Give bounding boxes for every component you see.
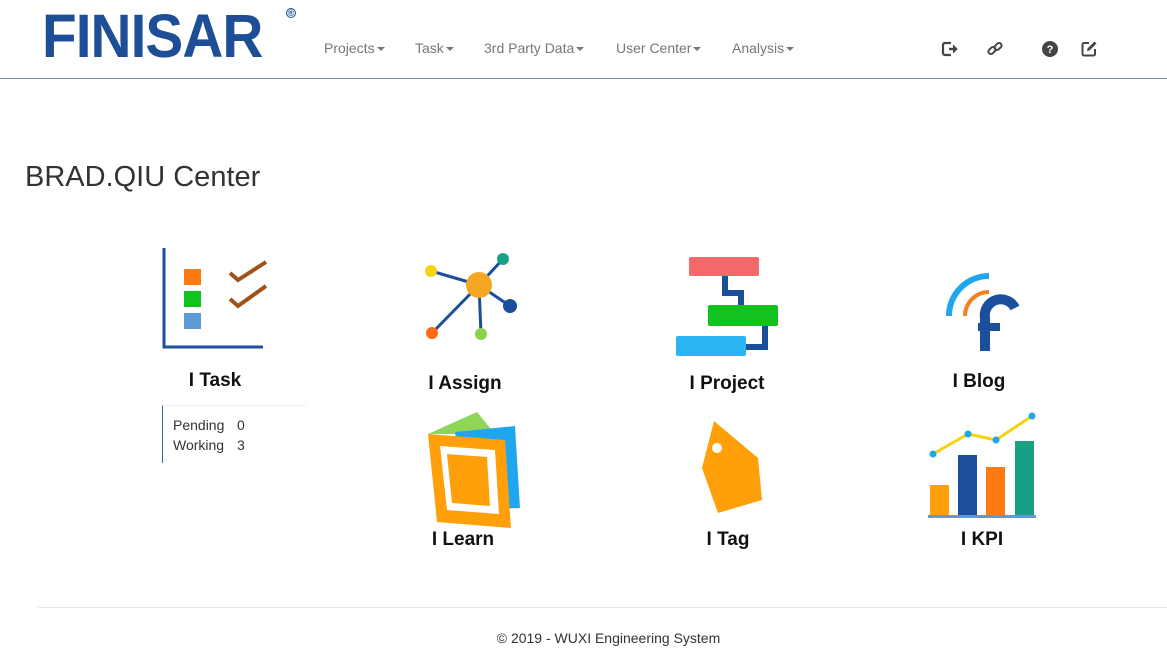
menu-3rd-party-data-label: 3rd Party Data: [484, 40, 575, 56]
tile-label-i-assign[interactable]: I Assign: [428, 373, 501, 395]
menu-projects[interactable]: Projects: [324, 40, 385, 56]
tile-i-task[interactable]: [160, 246, 270, 352]
tile-label-i-blog[interactable]: I Blog: [953, 371, 1006, 393]
menu-task-label: Task: [415, 40, 444, 56]
menu-3rd-party-data[interactable]: 3rd Party Data: [484, 40, 585, 56]
registered-mark: ®: [286, 8, 296, 18]
link-icon[interactable]: [986, 40, 1004, 58]
tag-icon: [702, 421, 762, 513]
tile-label-i-project[interactable]: I Project: [690, 373, 765, 395]
blog-feed-icon: [946, 273, 1020, 351]
top-navbar: FINISAR ® Projects Task 3rd Party Data U…: [0, 0, 1167, 79]
menu-projects-label: Projects: [324, 40, 375, 56]
edit-icon[interactable]: [1080, 40, 1098, 58]
menu-user-center[interactable]: User Center: [616, 40, 702, 56]
menu-analysis-label: Analysis: [732, 40, 785, 56]
learn-book-icon: [428, 412, 520, 528]
menu-task[interactable]: Task: [415, 40, 454, 56]
tile-i-kpi[interactable]: [927, 412, 1037, 518]
caret-down-icon: [786, 47, 795, 52]
footer-copyright: © 2019 - WUXI Engineering System: [496, 630, 721, 646]
tile-label-i-tag[interactable]: I Tag: [707, 529, 750, 551]
page-title: BRAD.QIU Center: [25, 161, 261, 193]
help-icon[interactable]: ?: [1041, 40, 1059, 58]
finisar-logo[interactable]: FINISAR: [42, 6, 263, 67]
kpi-chart-icon: [928, 412, 1036, 518]
logout-icon[interactable]: [941, 40, 959, 58]
caret-down-icon: [445, 47, 454, 52]
caret-down-icon: [576, 47, 585, 52]
stat-label-pending: Pending: [173, 417, 225, 433]
caret-down-icon: [693, 47, 702, 52]
stat-value-pending: 0: [237, 417, 245, 433]
footer-divider: [38, 607, 1167, 608]
tile-i-assign[interactable]: [420, 250, 524, 345]
task-stats-panel: Pending 0 Working 3: [162, 405, 306, 463]
tile-i-tag[interactable]: [700, 418, 766, 518]
tile-label-i-kpi[interactable]: I KPI: [961, 529, 1003, 551]
tile-label-i-task[interactable]: I Task: [189, 370, 241, 392]
caret-down-icon: [376, 47, 385, 52]
tile-i-project[interactable]: [675, 256, 780, 358]
tile-i-blog[interactable]: [945, 272, 1020, 352]
stat-value-working: 3: [237, 437, 245, 453]
stat-label-working: Working: [173, 437, 225, 453]
task-checklist-icon: [162, 248, 268, 349]
svg-text:?: ?: [1047, 44, 1054, 56]
assign-network-icon: [425, 253, 517, 340]
tile-label-i-learn[interactable]: I Learn: [432, 529, 494, 551]
tile-i-learn[interactable]: [425, 410, 525, 530]
menu-user-center-label: User Center: [616, 40, 692, 56]
menu-analysis[interactable]: Analysis: [732, 40, 795, 56]
project-gantt-icon: [676, 257, 778, 356]
